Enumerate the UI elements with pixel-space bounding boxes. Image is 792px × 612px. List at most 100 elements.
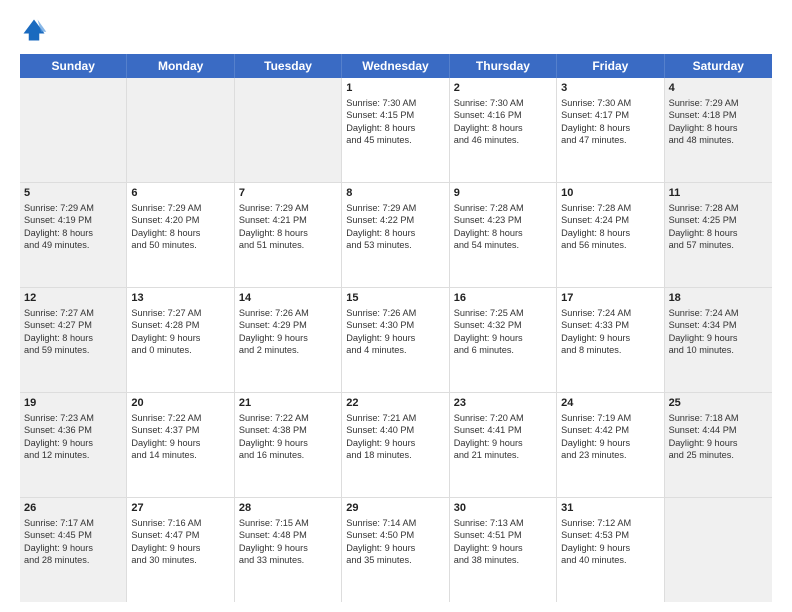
cell-info-line: Sunset: 4:25 PM (669, 214, 768, 226)
weekday-header-monday: Monday (127, 54, 234, 78)
cell-info-line: Sunrise: 7:15 AM (239, 517, 337, 529)
calendar-cell-17: 17Sunrise: 7:24 AMSunset: 4:33 PMDayligh… (557, 288, 664, 392)
cell-info-line: and 53 minutes. (346, 239, 444, 251)
calendar-row-3: 19Sunrise: 7:23 AMSunset: 4:36 PMDayligh… (20, 393, 772, 498)
cell-info-line: Sunset: 4:47 PM (131, 529, 229, 541)
cell-info-line: Sunset: 4:53 PM (561, 529, 659, 541)
day-number: 12 (24, 291, 122, 306)
cell-info-line: Daylight: 9 hours (561, 542, 659, 554)
day-number: 13 (131, 291, 229, 306)
cell-info-line: Daylight: 9 hours (346, 437, 444, 449)
cell-info-line: and 8 minutes. (561, 344, 659, 356)
cell-info-line: Daylight: 9 hours (346, 542, 444, 554)
cell-info-line: Daylight: 9 hours (24, 437, 122, 449)
calendar-cell-empty-0-0 (20, 78, 127, 182)
cell-info-line: Sunset: 4:41 PM (454, 424, 552, 436)
day-number: 1 (346, 81, 444, 96)
cell-info-line: Daylight: 8 hours (454, 227, 552, 239)
day-number: 6 (131, 186, 229, 201)
cell-info-line: Sunrise: 7:28 AM (454, 202, 552, 214)
calendar-cell-6: 6Sunrise: 7:29 AMSunset: 4:20 PMDaylight… (127, 183, 234, 287)
calendar-cell-21: 21Sunrise: 7:22 AMSunset: 4:38 PMDayligh… (235, 393, 342, 497)
cell-info-line: Sunrise: 7:24 AM (669, 307, 768, 319)
calendar-cell-3: 3Sunrise: 7:30 AMSunset: 4:17 PMDaylight… (557, 78, 664, 182)
calendar-cell-9: 9Sunrise: 7:28 AMSunset: 4:23 PMDaylight… (450, 183, 557, 287)
cell-info-line: Sunset: 4:18 PM (669, 109, 768, 121)
cell-info-line: and 2 minutes. (239, 344, 337, 356)
cell-info-line: Sunset: 4:22 PM (346, 214, 444, 226)
calendar-row-0: 1Sunrise: 7:30 AMSunset: 4:15 PMDaylight… (20, 78, 772, 183)
calendar-cell-31: 31Sunrise: 7:12 AMSunset: 4:53 PMDayligh… (557, 498, 664, 602)
cell-info-line: Daylight: 8 hours (561, 122, 659, 134)
calendar-cell-13: 13Sunrise: 7:27 AMSunset: 4:28 PMDayligh… (127, 288, 234, 392)
cell-info-line: and 51 minutes. (239, 239, 337, 251)
calendar: SundayMondayTuesdayWednesdayThursdayFrid… (20, 54, 772, 602)
cell-info-line: Sunrise: 7:29 AM (131, 202, 229, 214)
cell-info-line: Sunrise: 7:18 AM (669, 412, 768, 424)
cell-info-line: and 57 minutes. (669, 239, 768, 251)
cell-info-line: Sunrise: 7:30 AM (561, 97, 659, 109)
cell-info-line: and 30 minutes. (131, 554, 229, 566)
cell-info-line: Daylight: 9 hours (24, 542, 122, 554)
day-number: 4 (669, 81, 768, 96)
day-number: 16 (454, 291, 552, 306)
calendar-cell-27: 27Sunrise: 7:16 AMSunset: 4:47 PMDayligh… (127, 498, 234, 602)
cell-info-line: Sunset: 4:40 PM (346, 424, 444, 436)
cell-info-line: Daylight: 9 hours (131, 437, 229, 449)
weekday-header-saturday: Saturday (665, 54, 772, 78)
cell-info-line: Sunset: 4:29 PM (239, 319, 337, 331)
cell-info-line: and 45 minutes. (346, 134, 444, 146)
cell-info-line: and 16 minutes. (239, 449, 337, 461)
day-number: 18 (669, 291, 768, 306)
cell-info-line: Daylight: 8 hours (346, 122, 444, 134)
cell-info-line: and 25 minutes. (669, 449, 768, 461)
calendar-header: SundayMondayTuesdayWednesdayThursdayFrid… (20, 54, 772, 78)
cell-info-line: and 54 minutes. (454, 239, 552, 251)
cell-info-line: Sunset: 4:44 PM (669, 424, 768, 436)
cell-info-line: and 23 minutes. (561, 449, 659, 461)
weekday-header-thursday: Thursday (450, 54, 557, 78)
cell-info-line: Sunrise: 7:29 AM (239, 202, 337, 214)
calendar-cell-14: 14Sunrise: 7:26 AMSunset: 4:29 PMDayligh… (235, 288, 342, 392)
day-number: 31 (561, 501, 659, 516)
cell-info-line: Daylight: 8 hours (561, 227, 659, 239)
cell-info-line: Sunrise: 7:29 AM (669, 97, 768, 109)
day-number: 3 (561, 81, 659, 96)
day-number: 30 (454, 501, 552, 516)
cell-info-line: Sunrise: 7:30 AM (454, 97, 552, 109)
calendar-cell-18: 18Sunrise: 7:24 AMSunset: 4:34 PMDayligh… (665, 288, 772, 392)
page-header (20, 16, 772, 44)
cell-info-line: Sunset: 4:28 PM (131, 319, 229, 331)
cell-info-line: and 18 minutes. (346, 449, 444, 461)
weekday-header-friday: Friday (557, 54, 664, 78)
cell-info-line: Sunset: 4:23 PM (454, 214, 552, 226)
cell-info-line: Daylight: 9 hours (239, 542, 337, 554)
cell-info-line: Sunrise: 7:16 AM (131, 517, 229, 529)
cell-info-line: Sunset: 4:30 PM (346, 319, 444, 331)
cell-info-line: Daylight: 9 hours (131, 332, 229, 344)
day-number: 11 (669, 186, 768, 201)
cell-info-line: Sunrise: 7:22 AM (131, 412, 229, 424)
cell-info-line: Daylight: 9 hours (131, 542, 229, 554)
cell-info-line: and 56 minutes. (561, 239, 659, 251)
calendar-cell-15: 15Sunrise: 7:26 AMSunset: 4:30 PMDayligh… (342, 288, 449, 392)
day-number: 23 (454, 396, 552, 411)
calendar-cell-25: 25Sunrise: 7:18 AMSunset: 4:44 PMDayligh… (665, 393, 772, 497)
logo (20, 16, 52, 44)
calendar-cell-28: 28Sunrise: 7:15 AMSunset: 4:48 PMDayligh… (235, 498, 342, 602)
day-number: 19 (24, 396, 122, 411)
cell-info-line: Sunrise: 7:28 AM (669, 202, 768, 214)
cell-info-line: Daylight: 8 hours (669, 227, 768, 239)
cell-info-line: Sunrise: 7:25 AM (454, 307, 552, 319)
day-number: 29 (346, 501, 444, 516)
day-number: 14 (239, 291, 337, 306)
cell-info-line: Sunset: 4:19 PM (24, 214, 122, 226)
cell-info-line: Daylight: 9 hours (454, 437, 552, 449)
calendar-cell-7: 7Sunrise: 7:29 AMSunset: 4:21 PMDaylight… (235, 183, 342, 287)
calendar-cell-12: 12Sunrise: 7:27 AMSunset: 4:27 PMDayligh… (20, 288, 127, 392)
cell-info-line: and 50 minutes. (131, 239, 229, 251)
cell-info-line: Daylight: 9 hours (669, 437, 768, 449)
cell-info-line: Sunrise: 7:29 AM (346, 202, 444, 214)
cell-info-line: Sunset: 4:36 PM (24, 424, 122, 436)
cell-info-line: and 10 minutes. (669, 344, 768, 356)
